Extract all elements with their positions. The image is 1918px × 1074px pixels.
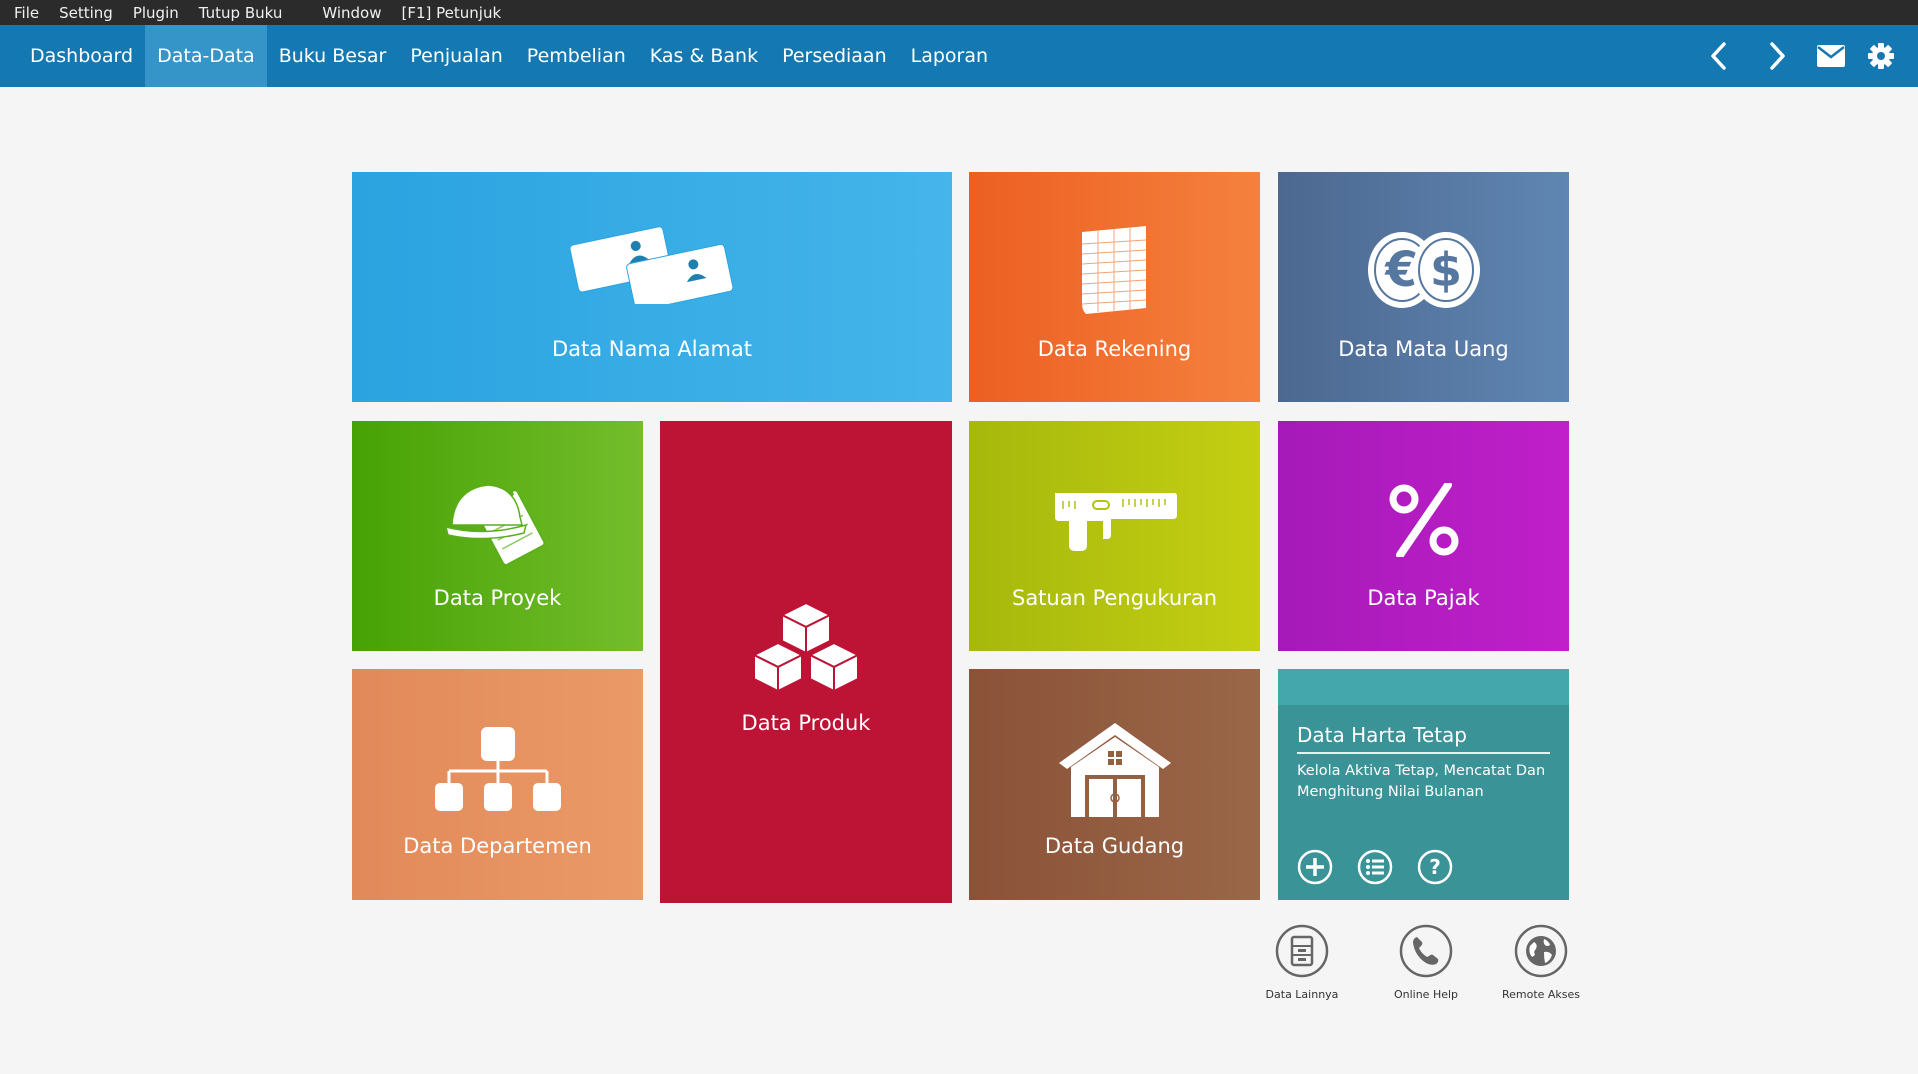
tab-data-data[interactable]: Data-Data: [145, 25, 267, 87]
tab-penjualan[interactable]: Penjualan: [398, 25, 514, 87]
gear-icon[interactable]: [1866, 41, 1896, 71]
svg-text:$: $: [1429, 243, 1461, 297]
tab-dashboard[interactable]: Dashboard: [18, 25, 145, 87]
tile-data-proyek[interactable]: Data Proyek: [352, 421, 643, 651]
tab-kas-bank[interactable]: Kas & Bank: [638, 25, 770, 87]
currency-coins-icon: € $: [1366, 230, 1482, 314]
globe-icon: [1514, 924, 1568, 978]
tile-label: Data Produk: [741, 711, 871, 735]
org-chart-icon: [434, 727, 561, 815]
menu-tutup-buku[interactable]: Tutup Buku: [199, 4, 283, 22]
tile-label: Data Proyek: [433, 586, 562, 610]
hardhat-notepad-icon: [444, 473, 552, 569]
tile-title: Data Harta Tetap: [1297, 723, 1467, 747]
link-label: Data Lainnya: [1265, 988, 1339, 1001]
link-label: Remote Akses: [1501, 988, 1581, 1001]
boxes-icon: [750, 601, 862, 697]
tab-pembelian[interactable]: Pembelian: [515, 25, 638, 87]
cabinet-icon: [1275, 924, 1329, 978]
tile-label: Data Rekening: [1037, 337, 1192, 361]
tile-data-produk[interactable]: Data Produk: [660, 421, 952, 903]
tile-label: Data Mata Uang: [1338, 337, 1509, 361]
menu-plugin[interactable]: Plugin: [133, 4, 179, 22]
tile-data-rekening[interactable]: Data Rekening: [969, 172, 1260, 402]
mail-icon[interactable]: [1816, 41, 1846, 71]
svg-text:?: ?: [1429, 855, 1441, 879]
tile-label: Data Pajak: [1367, 586, 1480, 610]
tile-data-harta-tetap: Data Harta Tetap Kelola Aktiva Tetap, Me…: [1278, 669, 1569, 900]
online-help-link[interactable]: Online Help: [1371, 924, 1481, 1001]
remote-akses-link[interactable]: Remote Akses: [1486, 924, 1596, 1001]
tile-label: Data Departemen: [403, 834, 592, 858]
nav-actions: [1682, 25, 1896, 87]
business-cards-icon: [567, 224, 737, 312]
main-nav: Dashboard Data-Data Buku Besar Penjualan…: [0, 25, 1918, 87]
percent-icon: [1388, 481, 1460, 561]
warehouse-icon: [1057, 721, 1173, 823]
tile-data-pajak[interactable]: Data Pajak: [1278, 421, 1569, 651]
tile-header-strip: [1278, 669, 1569, 705]
menu-bar: File Setting Plugin Tutup Buku Window [F…: [0, 0, 1918, 25]
tile-data-mata-uang[interactable]: € $ Data Mata Uang: [1278, 172, 1569, 402]
chevron-left-icon[interactable]: [1704, 41, 1734, 71]
chevron-right-icon[interactable]: [1762, 41, 1792, 71]
data-lainnya-link[interactable]: Data Lainnya: [1247, 924, 1357, 1001]
tile-data-gudang[interactable]: Data Gudang: [969, 669, 1260, 900]
phone-icon: [1399, 924, 1453, 978]
tile-data-departemen[interactable]: Data Departemen: [352, 669, 643, 900]
tile-satuan-pengukuran[interactable]: Satuan Pengukuran: [969, 421, 1260, 651]
tile-label: Data Gudang: [1044, 834, 1185, 858]
list-circle-icon[interactable]: [1357, 849, 1393, 885]
tile-description: Kelola Aktiva Tetap, Mencatat Dan Menghi…: [1297, 763, 1546, 800]
tile-data-nama-alamat[interactable]: Data Nama Alamat: [352, 172, 952, 402]
plus-circle-icon[interactable]: [1297, 849, 1333, 885]
tab-laporan[interactable]: Laporan: [899, 25, 1000, 87]
help-circle-icon[interactable]: ?: [1417, 849, 1453, 885]
link-label: Online Help: [1393, 988, 1459, 1001]
tile-actions: ?: [1297, 849, 1477, 885]
divider: [1297, 752, 1550, 754]
caliper-icon: [1053, 491, 1177, 557]
tab-persediaan[interactable]: Persediaan: [770, 25, 899, 87]
menu-file[interactable]: File: [14, 4, 39, 22]
tab-buku-besar[interactable]: Buku Besar: [267, 25, 399, 87]
menu-petunjuk[interactable]: [F1] Petunjuk: [402, 4, 502, 22]
tile-label: Satuan Pengukuran: [1011, 586, 1218, 610]
menu-setting[interactable]: Setting: [59, 4, 113, 22]
ledger-sheet-icon: [1080, 226, 1150, 320]
tile-label: Data Nama Alamat: [551, 337, 753, 361]
menu-window[interactable]: Window: [322, 4, 381, 22]
